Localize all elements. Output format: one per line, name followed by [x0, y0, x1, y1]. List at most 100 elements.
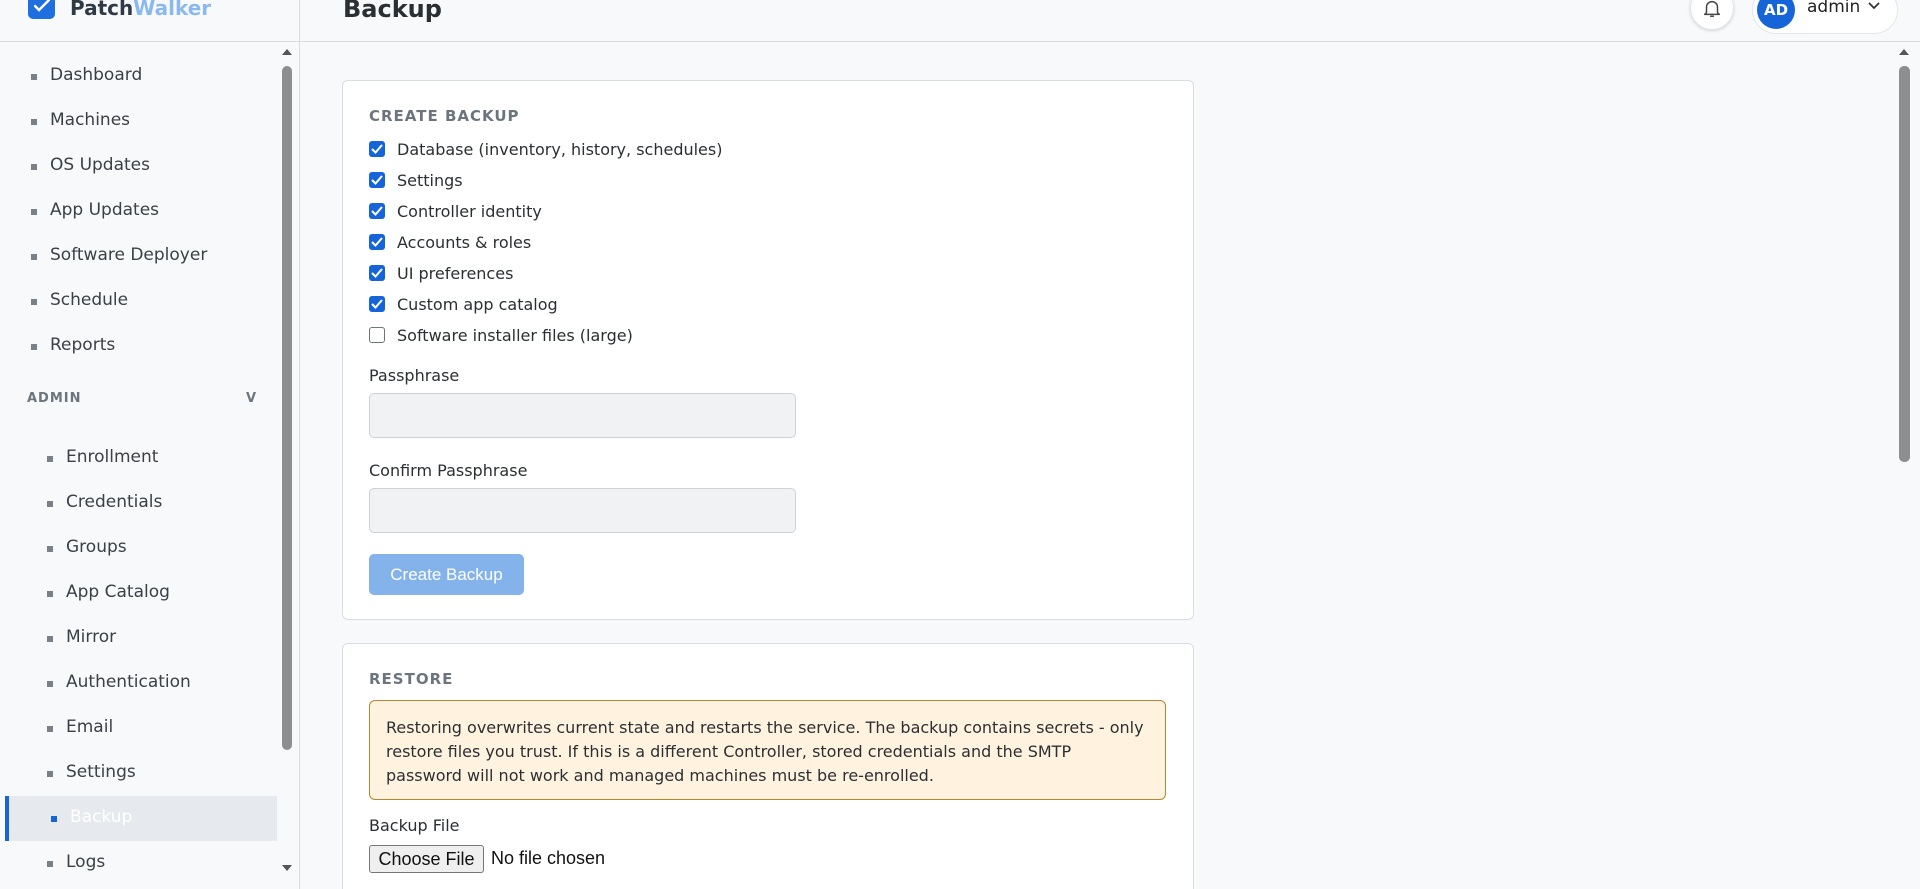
sidebar-item-label: Email	[66, 717, 114, 737]
sidebar-item-os-updates[interactable]: OS Updates	[5, 144, 277, 189]
option-database[interactable]: Database (inventory, history, schedules)	[369, 138, 722, 160]
option-label: Settings	[397, 170, 463, 190]
sidebar-item-label: Software Deployer	[50, 245, 208, 265]
sidebar-item-email[interactable]: Email	[5, 706, 277, 751]
sidebar-item-label: Mirror	[66, 627, 117, 647]
avatar: AD	[1757, 0, 1795, 29]
sidebar-item-authentication[interactable]: Authentication	[5, 661, 277, 706]
sidebar-item-dashboard[interactable]: Dashboard	[5, 54, 277, 99]
bullet-icon	[47, 456, 53, 462]
chevron-down-icon	[1868, 2, 1880, 10]
sidebar-item-label: App Catalog	[66, 582, 170, 602]
sidebar-scrollbar-thumb[interactable]	[282, 66, 292, 750]
check-icon	[371, 299, 383, 309]
option-ui-preferences[interactable]: UI preferences	[369, 262, 513, 284]
choose-file-button[interactable]: Choose File	[369, 845, 484, 873]
checkbox-checked[interactable]	[369, 296, 385, 312]
brand-name-part1: Patch	[70, 0, 134, 20]
check-icon	[371, 268, 383, 278]
top-bar: PatchWalker Backup AD admin	[0, 0, 1920, 42]
sidebar-item-label: Credentials	[66, 492, 163, 512]
sidebar-item-machines[interactable]: Machines	[5, 99, 277, 144]
restore-card: RESTORE Restoring overwrites current sta…	[342, 643, 1194, 889]
bell-icon	[1703, 0, 1721, 17]
option-label: Accounts & roles	[397, 232, 532, 252]
checkbox-checked[interactable]	[369, 234, 385, 250]
create-backup-title: CREATE BACKUP	[369, 107, 520, 125]
sidebar-item-label: Reports	[50, 335, 116, 355]
checkbox-checked[interactable]	[369, 141, 385, 157]
bullet-icon	[47, 501, 53, 507]
sidebar-item-label: Authentication	[66, 672, 191, 692]
option-settings[interactable]: Settings	[369, 169, 463, 191]
sidebar-item-groups[interactable]: Groups	[5, 526, 277, 571]
restore-title: RESTORE	[369, 670, 454, 688]
brand-logo-icon	[28, 0, 55, 19]
admin-section-toggle[interactable]: V	[246, 391, 256, 406]
sidebar-item-label: Schedule	[50, 290, 129, 310]
sidebar-item-label: Enrollment	[66, 447, 159, 467]
sidebar-item-label: Dashboard	[50, 65, 143, 85]
sidebar-item-credentials[interactable]: Credentials	[5, 481, 277, 526]
bullet-icon	[47, 636, 53, 642]
sidebar-item-mirror[interactable]: Mirror	[5, 616, 277, 661]
check-icon	[371, 206, 383, 216]
bullet-icon	[31, 164, 37, 170]
confirm-passphrase-input[interactable]	[369, 488, 796, 533]
brand: PatchWalker	[0, 0, 300, 42]
app-root: PatchWalker Backup AD admin Dashboard Ma…	[0, 0, 1920, 889]
sidebar: Dashboard Machines OS Updates App Update…	[0, 42, 300, 889]
sidebar-item-label: Groups	[66, 537, 127, 557]
bullet-icon	[47, 771, 53, 777]
sidebar-scroll-up-icon[interactable]	[281, 48, 293, 56]
sidebar-item-label: App Updates	[50, 200, 160, 220]
check-icon	[371, 144, 383, 154]
checkbox-checked[interactable]	[369, 172, 385, 188]
sidebar-item-label: Logs	[66, 852, 106, 872]
sidebar-item-reports[interactable]: Reports	[5, 324, 277, 369]
sidebar-scroll-down-icon[interactable]	[281, 864, 293, 872]
checkbox-checked[interactable]	[369, 203, 385, 219]
bullet-icon	[51, 816, 57, 822]
notifications-button[interactable]	[1690, 0, 1734, 30]
brand-name-part2: Walker	[133, 0, 212, 20]
user-menu-button[interactable]: AD admin	[1752, 0, 1898, 34]
option-label: UI preferences	[397, 263, 514, 283]
bullet-icon	[47, 591, 53, 597]
sidebar-item-label: Backup	[70, 807, 133, 827]
brand-name[interactable]: PatchWalker	[70, 0, 211, 20]
bullet-icon	[47, 681, 53, 687]
checkbox-unchecked[interactable]	[369, 327, 385, 343]
bullet-icon	[47, 546, 53, 552]
sidebar-item-software-deployer[interactable]: Software Deployer	[5, 234, 277, 279]
bullet-icon	[31, 209, 37, 215]
confirm-passphrase-label: Confirm Passphrase	[369, 461, 528, 480]
create-backup-button[interactable]: Create Backup	[369, 554, 524, 595]
check-icon	[371, 237, 383, 247]
checkbox-checked[interactable]	[369, 265, 385, 281]
bullet-icon	[47, 861, 53, 867]
sidebar-item-label: Settings	[66, 762, 136, 782]
sidebar-item-backup[interactable]: Backup	[5, 796, 277, 841]
main-scroll-up-icon[interactable]	[1898, 48, 1910, 56]
option-accounts-roles[interactable]: Accounts & roles	[369, 231, 531, 253]
option-label: Software installer files (large)	[397, 325, 633, 345]
sidebar-item-settings[interactable]: Settings	[5, 751, 277, 796]
sidebar-item-app-updates[interactable]: App Updates	[5, 189, 277, 234]
option-custom-app-catalog[interactable]: Custom app catalog	[369, 293, 558, 315]
passphrase-input[interactable]	[369, 393, 796, 438]
sidebar-item-logs[interactable]: Logs	[5, 841, 277, 886]
bullet-icon	[31, 344, 37, 350]
main-scrollbar-thumb[interactable]	[1899, 66, 1910, 462]
passphrase-label: Passphrase	[369, 366, 460, 385]
sidebar-item-app-catalog[interactable]: App Catalog	[5, 571, 277, 616]
option-controller-identity[interactable]: Controller identity	[369, 200, 542, 222]
sidebar-item-enrollment[interactable]: Enrollment	[5, 436, 277, 481]
backup-file-label: Backup File	[369, 816, 460, 835]
option-installer-files[interactable]: Software installer files (large)	[369, 324, 633, 346]
bullet-icon	[31, 119, 37, 125]
sidebar-item-schedule[interactable]: Schedule	[5, 279, 277, 324]
check-icon	[371, 175, 383, 185]
option-label: Controller identity	[397, 201, 542, 221]
user-name: admin	[1807, 0, 1861, 17]
